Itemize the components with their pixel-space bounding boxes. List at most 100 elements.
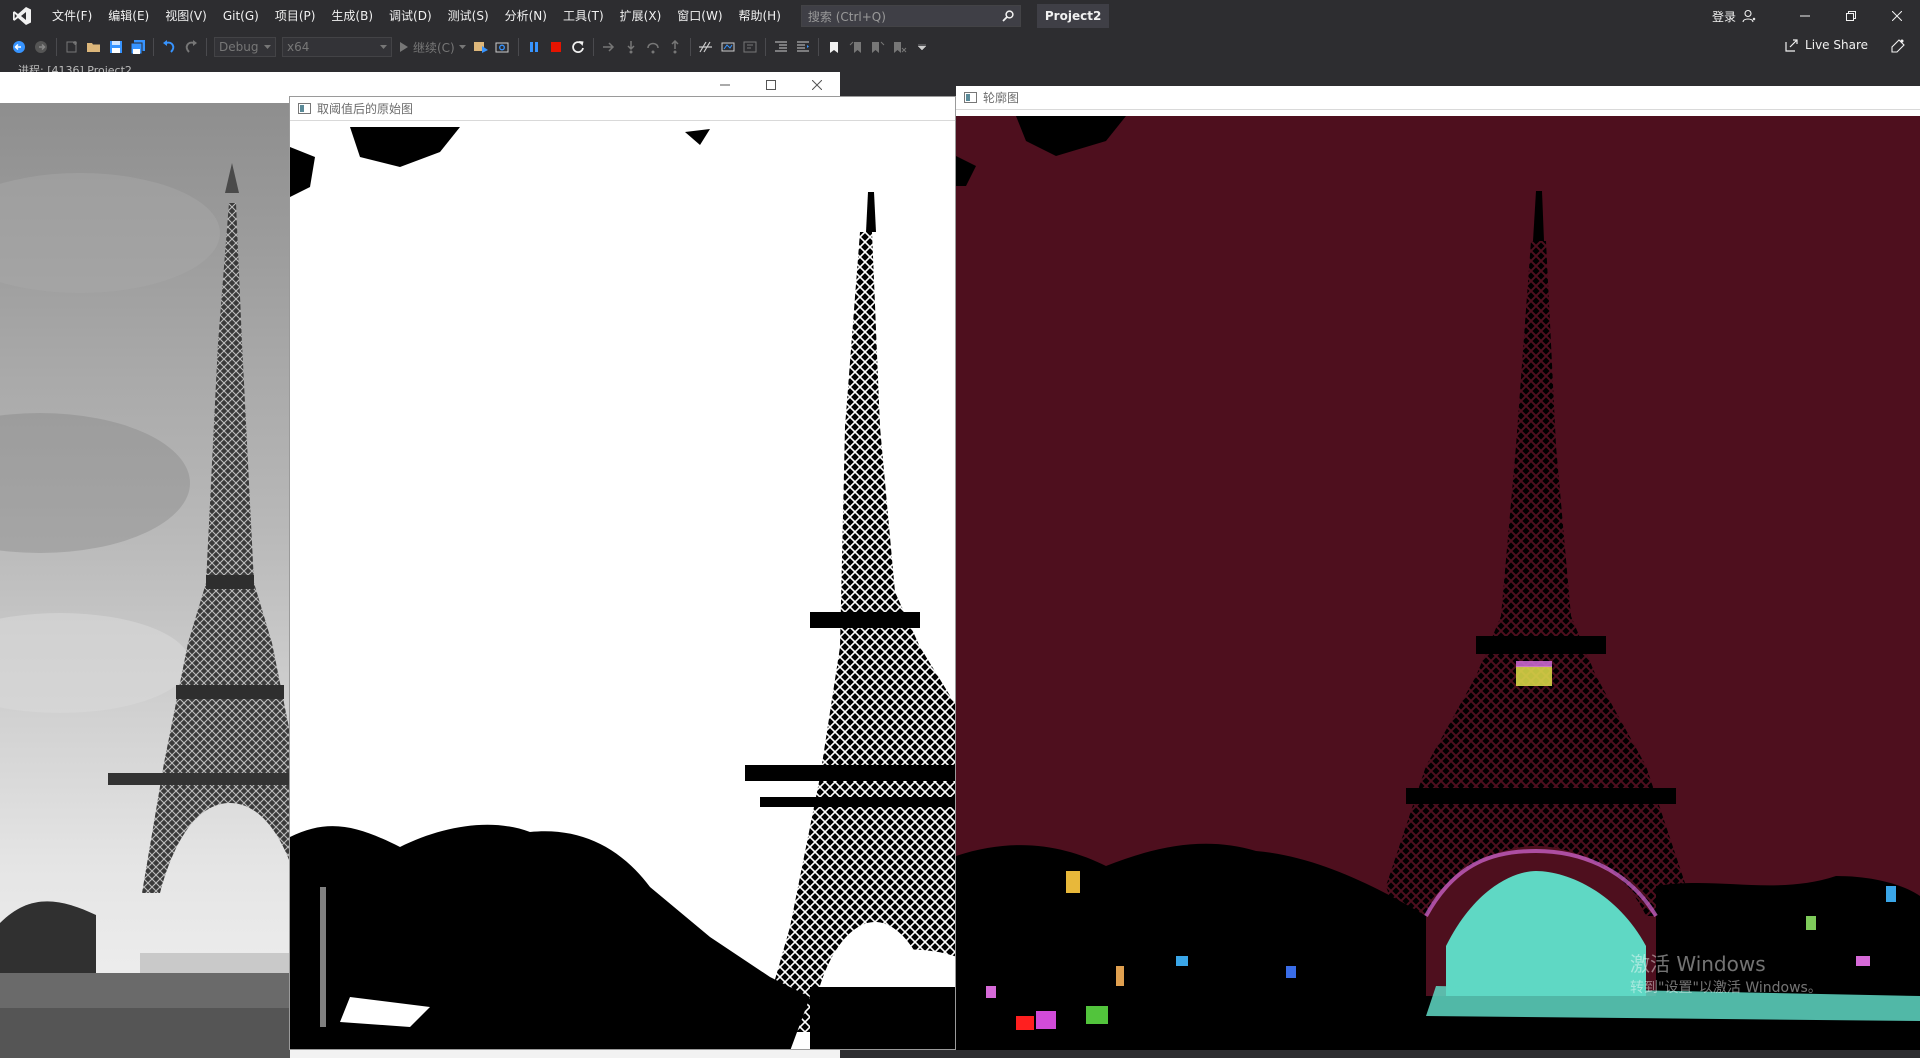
restart-icon <box>571 41 584 53</box>
open-folder-icon <box>87 43 100 52</box>
menu-help[interactable]: 帮助(H) <box>731 0 789 32</box>
project-name: Project2 <box>1036 4 1110 28</box>
toolbar-overflow-button[interactable] <box>911 36 933 58</box>
search-input[interactable]: 搜索 (Ctrl+Q) <box>800 5 1021 27</box>
menu-extensions[interactable]: 扩展(X) <box>612 0 670 32</box>
menu-file[interactable]: 文件(F) <box>44 0 100 32</box>
minimize-button[interactable] <box>1782 0 1828 32</box>
sign-in-button[interactable]: 登录 <box>1712 8 1756 25</box>
standard-toolbar: Debug x64 继续(C) Live Share <box>0 32 1920 62</box>
threshold-window-title: 取阈值后的原始图 <box>317 102 414 116</box>
undo-button[interactable] <box>158 36 180 58</box>
minimize-icon <box>720 84 730 86</box>
contour-window-title: 轮廓图 <box>983 91 1020 105</box>
solution-platform-select[interactable]: x64 <box>282 37 392 57</box>
visual-studio-ide: 文件(F) 编辑(E) 视图(V) Git(G) 项目(P) 生成(B) 调试(… <box>0 0 1920 1058</box>
threshold-binary-image <box>290 127 955 1049</box>
menu-window[interactable]: 窗口(W) <box>669 0 730 32</box>
continue-label: 继续(C) <box>413 40 455 55</box>
outdent-button[interactable] <box>770 36 792 58</box>
menu-test[interactable]: 测试(S) <box>440 0 497 32</box>
step-into-icon <box>627 41 635 54</box>
title-right-area: 登录 <box>1712 0 1920 32</box>
diagnostic-tools-button[interactable] <box>717 36 739 58</box>
save-button[interactable] <box>105 36 127 58</box>
redo-icon <box>185 40 197 53</box>
visual-studio-logo-icon[interactable] <box>0 0 44 32</box>
chevron-down-icon <box>458 44 466 49</box>
contour-image <box>956 116 1920 1050</box>
image-window-icon <box>964 92 977 103</box>
indent-button[interactable] <box>792 36 814 58</box>
new-project-icon <box>66 41 77 53</box>
minimize-icon <box>1800 15 1810 17</box>
navigate-forward-button[interactable] <box>30 36 52 58</box>
next-bookmark-icon <box>871 41 885 53</box>
configuration-value: Debug <box>219 40 259 54</box>
close-icon <box>812 80 822 90</box>
attach-process-button[interactable] <box>470 36 492 58</box>
toolbar-separator <box>689 38 691 56</box>
show-next-statement-button[interactable] <box>598 36 620 58</box>
threshold-window-titlebar[interactable]: 取阈值后的原始图 <box>290 97 955 121</box>
platform-value: x64 <box>287 40 310 54</box>
menu-view[interactable]: 视图(V) <box>157 0 215 32</box>
new-project-button[interactable] <box>61 36 83 58</box>
screenshot-button[interactable] <box>492 36 514 58</box>
restart-button[interactable] <box>567 36 589 58</box>
search-icon <box>1002 10 1014 22</box>
stop-debugging-button[interactable] <box>545 36 567 58</box>
close-icon <box>1892 11 1902 21</box>
windows-activation-watermark: 激活 Windows 转到"设置"以激活 Windows。 <box>1630 952 1822 1000</box>
watermark-line2: 转到"设置"以激活 Windows。 <box>1630 980 1822 996</box>
break-all-button[interactable] <box>523 36 545 58</box>
bookmark-icon <box>829 41 838 53</box>
navigate-back-button[interactable] <box>8 36 30 58</box>
grayscale-close-button[interactable] <box>794 78 840 92</box>
pause-icon <box>529 42 538 52</box>
indent-icon <box>796 41 809 52</box>
contour-image-window[interactable]: 轮廓图 <box>956 86 1920 1050</box>
live-share-button[interactable]: Live Share <box>1785 38 1868 52</box>
chevron-down-icon <box>380 44 387 49</box>
play-icon <box>400 42 408 52</box>
toggle-bookmark-button[interactable] <box>823 36 845 58</box>
code-map-icon <box>743 41 757 53</box>
chevron-down-icon <box>917 44 926 50</box>
menu-build[interactable]: 生成(B) <box>323 0 381 32</box>
next-bookmark-button[interactable] <box>867 36 889 58</box>
redo-button[interactable] <box>180 36 202 58</box>
menu-analyze[interactable]: 分析(N) <box>497 0 555 32</box>
solution-configuration-select[interactable]: Debug <box>214 37 276 57</box>
hot-reload-button[interactable] <box>695 36 717 58</box>
sign-in-label: 登录 <box>1711 9 1736 24</box>
camera-icon <box>495 42 509 53</box>
menu-git[interactable]: Git(G) <box>215 0 267 32</box>
code-map-button[interactable] <box>739 36 761 58</box>
menu-tools[interactable]: 工具(T) <box>555 0 612 32</box>
live-share-label: Live Share <box>1805 38 1868 52</box>
watermark-line1: 激活 Windows <box>1630 952 1766 976</box>
step-over-button[interactable] <box>642 36 664 58</box>
grayscale-maximize-button[interactable] <box>748 78 794 92</box>
close-button[interactable] <box>1874 0 1920 32</box>
previous-bookmark-button[interactable] <box>845 36 867 58</box>
step-out-button[interactable] <box>664 36 686 58</box>
image-window-icon <box>298 103 311 114</box>
menu-edit[interactable]: 编辑(E) <box>100 0 157 32</box>
continue-button[interactable]: 继续(C) <box>399 39 466 56</box>
open-file-button[interactable] <box>83 36 105 58</box>
save-all-button[interactable] <box>127 36 149 58</box>
grayscale-minimize-button[interactable] <box>702 78 748 92</box>
menu-project[interactable]: 项目(P) <box>267 0 324 32</box>
title-bar: 文件(F) 编辑(E) 视图(V) Git(G) 项目(P) 生成(B) 调试(… <box>0 0 1920 32</box>
step-into-button[interactable] <box>620 36 642 58</box>
search-placeholder: 搜索 (Ctrl+Q) <box>807 9 886 24</box>
feedback-button[interactable] <box>1890 38 1906 57</box>
menu-debug[interactable]: 调试(D) <box>381 0 440 32</box>
restore-button[interactable] <box>1828 0 1874 32</box>
forward-arrow-icon <box>35 41 47 53</box>
contour-window-titlebar[interactable]: 轮廓图 <box>956 86 1920 110</box>
threshold-image-window[interactable]: 取阈值后的原始图 <box>289 96 956 1050</box>
clear-bookmarks-button[interactable] <box>889 36 911 58</box>
